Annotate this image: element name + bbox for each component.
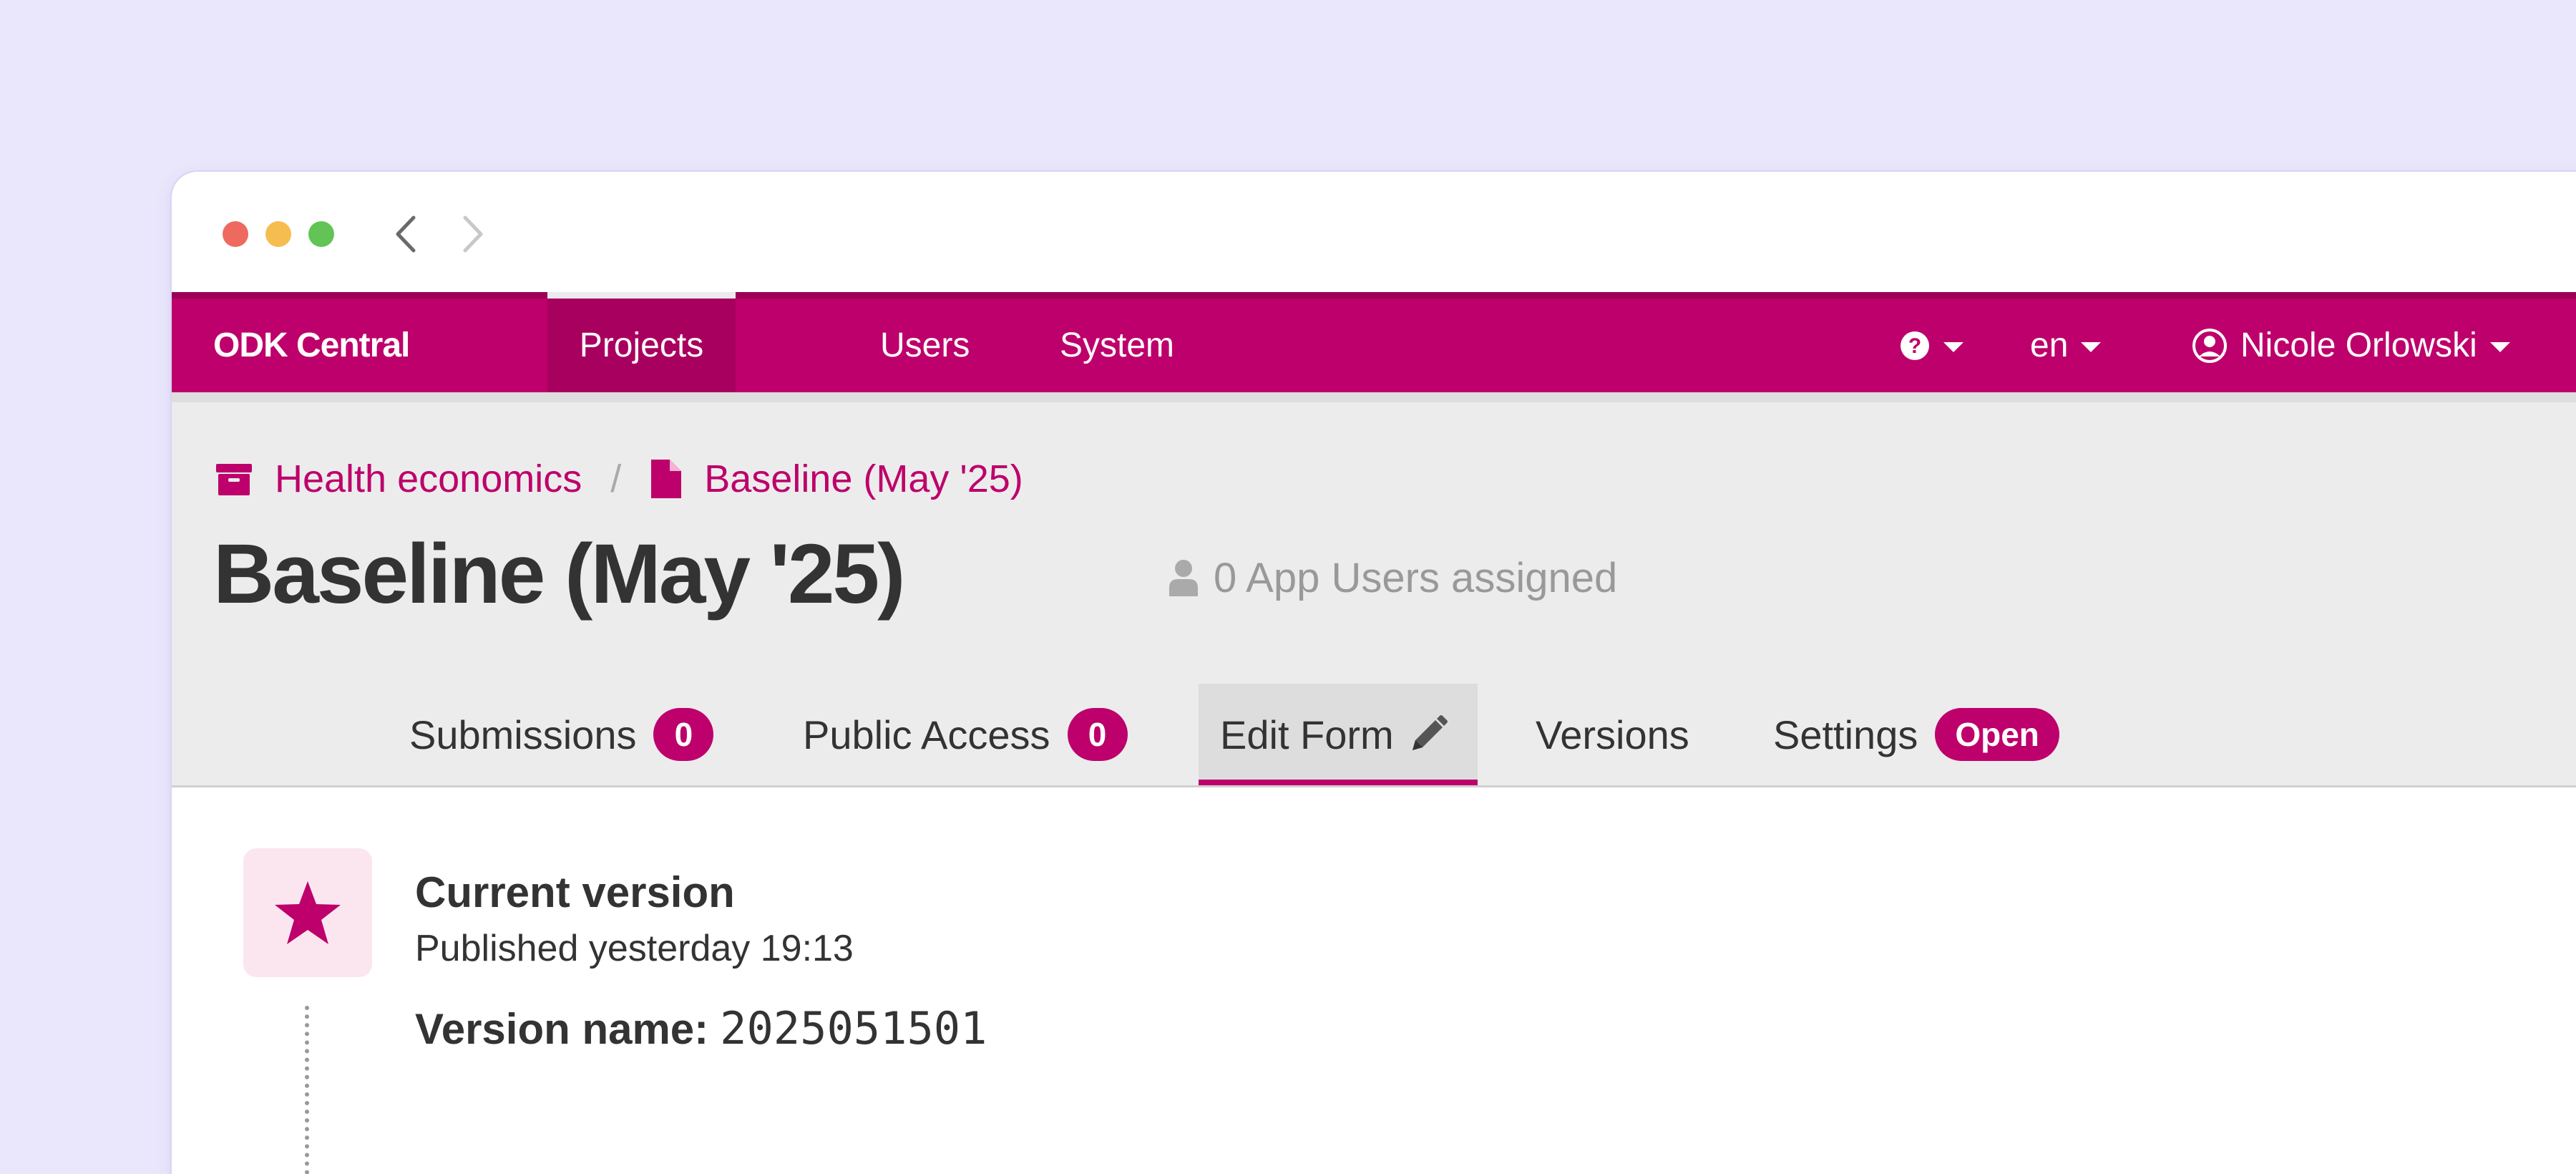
page-header: Health economics / Baseline (May '25) Ba… — [172, 392, 2576, 787]
nav-users[interactable]: Users — [880, 299, 970, 392]
tab-versions[interactable]: Versions — [1514, 684, 1711, 785]
timeline-connector — [305, 1006, 309, 1174]
chevron-down-icon — [1943, 341, 1963, 352]
nav-projects[interactable]: Projects — [547, 292, 736, 392]
language-menu[interactable]: en — [2030, 299, 2102, 392]
tab-label: Submissions — [409, 712, 637, 757]
tab-label: Versions — [1536, 712, 1689, 757]
public-access-count-badge: 0 — [1067, 708, 1128, 761]
tab-settings[interactable]: Settings Open — [1752, 684, 2081, 785]
chevron-down-icon — [2081, 341, 2102, 352]
brand-logo[interactable]: ODK Central — [213, 299, 410, 392]
browser-window: ODK Central Projects Users System ? en N… — [172, 172, 2576, 1174]
question-circle-icon: ? — [1901, 331, 1929, 360]
user-menu[interactable]: Nicole Orlowski — [2192, 299, 2510, 392]
archive-icon — [216, 464, 252, 495]
app-users-text: 0 App Users assigned — [1214, 554, 1618, 601]
version-name-value: 2025051501 — [720, 1002, 987, 1054]
app-users-assigned[interactable]: 0 App Users assigned — [1168, 549, 1617, 606]
tab-label: Settings — [1773, 712, 1918, 757]
zoom-window-button[interactable] — [308, 221, 334, 247]
current-version-title: Current version — [415, 868, 735, 916]
user-circle-icon — [2192, 328, 2227, 363]
tab-submissions[interactable]: Submissions 0 — [345, 684, 735, 785]
breadcrumb-project-link[interactable]: Health economics — [275, 457, 582, 501]
language-label: en — [2030, 326, 2069, 364]
user-name: Nicole Orlowski — [2240, 326, 2477, 364]
submissions-count-badge: 0 — [653, 708, 714, 761]
nav-system[interactable]: System — [1060, 299, 1174, 392]
pencil-icon — [1412, 715, 1448, 750]
tab-label: Public Access — [803, 712, 1050, 757]
user-icon — [1169, 560, 1198, 596]
svg-text:?: ? — [1908, 334, 1921, 358]
tab-public-access[interactable]: Public Access 0 — [781, 684, 1149, 785]
tab-edit-form[interactable]: Edit Form — [1199, 684, 1478, 785]
tab-label: Edit Form — [1220, 712, 1394, 757]
top-navbar: ODK Central Projects Users System ? en N… — [172, 292, 2576, 392]
settings-status-badge: Open — [1935, 708, 2059, 761]
breadcrumb: Health economics / Baseline (May '25) — [215, 454, 1023, 504]
browser-toolbar — [172, 172, 2576, 292]
close-window-button[interactable] — [223, 221, 248, 247]
version-name-label: Version name: — [415, 1005, 709, 1053]
form-tabs: Submissions 0 Public Access 0 Edit Form … — [172, 684, 2576, 785]
forward-icon[interactable] — [447, 209, 497, 259]
chevron-down-icon — [2489, 341, 2510, 352]
minimize-window-button[interactable] — [265, 221, 291, 247]
edit-form-content: Current version Published yesterday 19:1… — [172, 787, 2576, 1174]
back-icon[interactable] — [382, 209, 432, 259]
breadcrumb-separator: / — [610, 457, 622, 500]
current-version-marker — [243, 848, 372, 977]
help-menu[interactable]: ? — [1899, 299, 1963, 392]
star-icon — [275, 881, 341, 944]
published-timestamp: Published yesterday 19:13 — [415, 928, 854, 969]
version-name: Version name: 2025051501 — [415, 1002, 987, 1054]
file-icon — [651, 460, 682, 498]
breadcrumb-form-link[interactable]: Baseline (May '25) — [704, 457, 1023, 501]
page-title: Baseline (May '25) — [213, 527, 905, 621]
